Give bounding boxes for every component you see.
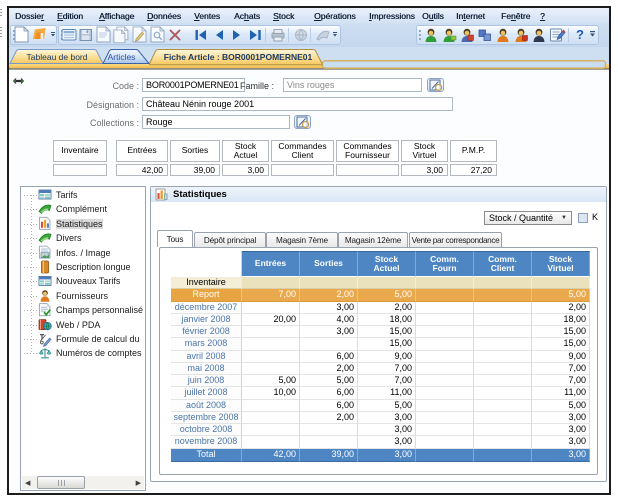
svg-text:?: ? [576, 27, 584, 42]
